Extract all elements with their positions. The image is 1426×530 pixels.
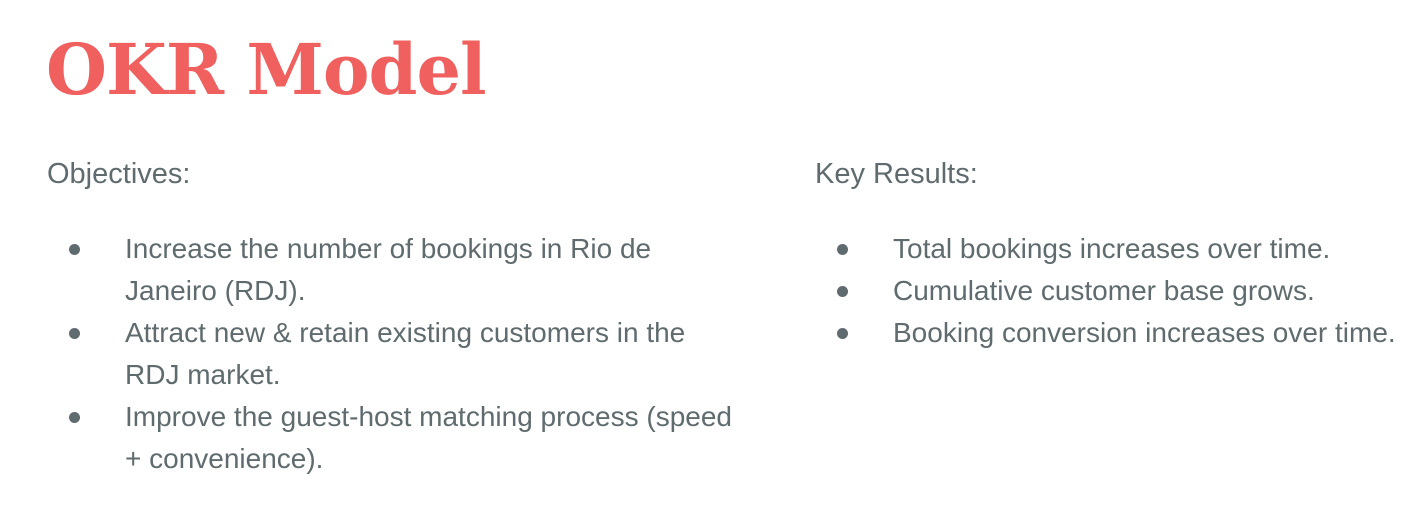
bullet-icon <box>69 328 80 339</box>
key-results-heading: Key Results: <box>815 158 978 190</box>
objectives-list: Increase the number of bookings in Rio d… <box>47 228 747 480</box>
key-result-text: Booking conversion increases over time. <box>893 317 1396 348</box>
bullet-icon <box>837 244 848 255</box>
objective-text: Increase the number of bookings in Rio d… <box>125 233 652 306</box>
key-results-column: Key Results: Total bookings increases ov… <box>815 152 1420 354</box>
list-item: Total bookings increases over time. <box>815 228 1420 270</box>
key-results-list: Total bookings increases over time. Cumu… <box>815 228 1420 354</box>
objective-text: Attract new & retain existing customers … <box>125 317 686 390</box>
list-item: Attract new & retain existing customers … <box>47 312 747 396</box>
slide: OKR Model Objectives: Increase the numbe… <box>0 0 1426 530</box>
bullet-icon <box>69 412 80 423</box>
list-item: Cumulative customer base grows. <box>815 270 1420 312</box>
list-item: Increase the number of bookings in Rio d… <box>47 228 747 312</box>
key-result-text: Cumulative customer base grows. <box>893 275 1315 306</box>
list-item: Booking conversion increases over time. <box>815 312 1420 354</box>
bullet-icon <box>69 244 80 255</box>
page-title: OKR Model <box>46 28 487 111</box>
objectives-column: Objectives: Increase the number of booki… <box>47 152 747 480</box>
objectives-heading: Objectives: <box>47 158 191 190</box>
bullet-icon <box>837 328 848 339</box>
objective-text: Improve the guest-host matching process … <box>125 401 732 474</box>
list-item: Improve the guest-host matching process … <box>47 396 747 480</box>
bullet-icon <box>837 286 848 297</box>
key-result-text: Total bookings increases over time. <box>893 233 1331 264</box>
